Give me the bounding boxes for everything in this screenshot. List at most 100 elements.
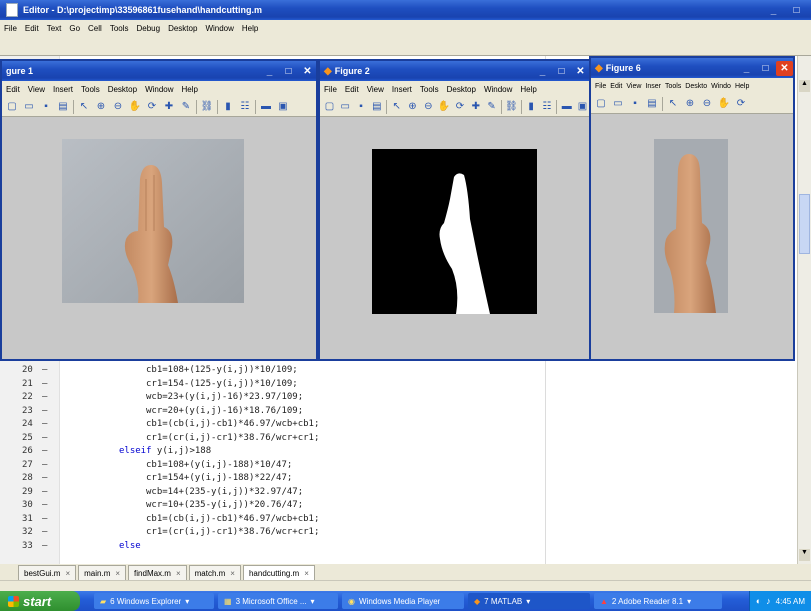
close-tab-icon[interactable]: × — [65, 569, 70, 578]
code-line[interactable]: 31– cb1=(cb(i,j)-cb1)*46.97/wcb+cb1; — [0, 514, 540, 527]
menu-item-file[interactable]: File — [4, 24, 17, 33]
scroll-up-arrow-icon[interactable]: ▲ — [799, 80, 810, 92]
legend-icon[interactable]: ☷ — [541, 100, 554, 114]
new-file-icon[interactable]: ▢ — [594, 97, 608, 111]
figure1-close-button[interactable]: ✕ — [299, 64, 316, 79]
legend-icon[interactable]: ☷ — [238, 100, 252, 114]
menu-item-insert[interactable]: Insert — [53, 85, 73, 94]
figure6-maximize-button[interactable]: □ — [757, 61, 774, 76]
breakpoint-marker[interactable]: – — [42, 487, 47, 497]
figure6-minimize-button[interactable]: _ — [738, 61, 755, 76]
close-tab-icon[interactable]: × — [304, 569, 309, 578]
zoom-in-icon[interactable]: ⊕ — [406, 100, 419, 114]
menu-item-edit[interactable]: Edit — [6, 85, 20, 94]
open-icon[interactable]: ▭ — [339, 100, 352, 114]
figure1-minimize-button[interactable]: _ — [261, 64, 278, 79]
breakpoint-marker[interactable]: – — [42, 433, 47, 443]
menu-item-view[interactable]: View — [367, 85, 384, 94]
menu-item-view[interactable]: View — [626, 83, 641, 90]
print-icon[interactable]: ▤ — [645, 97, 659, 111]
breakpoint-marker[interactable]: – — [42, 460, 47, 470]
menu-item-desktop[interactable]: Desktop — [108, 85, 137, 94]
menu-item-deskto[interactable]: Deskto — [685, 83, 707, 90]
code-line[interactable]: 27– cb1=108+(y(i,j)-188)*10/47; — [0, 460, 540, 473]
code-line[interactable]: 20– cb1=108+(125-y(i,j))*10/109; — [0, 365, 540, 378]
pan-icon[interactable]: ✋ — [438, 100, 451, 114]
taskbar-button[interactable]: ◉ Windows Media Player — [342, 593, 464, 609]
menu-item-inser[interactable]: Inser — [645, 83, 661, 90]
rotate-icon[interactable]: ⟳ — [734, 97, 748, 111]
new-file-icon[interactable]: ▢ — [5, 100, 19, 114]
breakpoint-marker[interactable]: – — [42, 365, 47, 375]
menu-item-window[interactable]: Window — [145, 85, 173, 94]
file-tab[interactable]: match.m × — [188, 565, 241, 580]
scroll-down-arrow-icon[interactable]: ▼ — [799, 549, 810, 561]
menu-item-text[interactable]: Text — [47, 24, 62, 33]
taskbar-button[interactable]: ▰ 6 Windows Explorer ▾ — [94, 593, 214, 609]
menu-item-edit[interactable]: Edit — [25, 24, 39, 33]
menu-item-tools[interactable]: Tools — [665, 83, 681, 90]
save-icon[interactable]: ▪ — [39, 100, 53, 114]
hide-plot-icon[interactable]: ▬ — [259, 100, 273, 114]
file-tab[interactable]: main.m × — [78, 565, 127, 580]
zoom-out-icon[interactable]: ⊖ — [422, 100, 435, 114]
save-icon[interactable]: ▪ — [355, 100, 368, 114]
pan-icon[interactable]: ✋ — [128, 100, 142, 114]
code-line[interactable]: 25– cr1=(cr(i,j)-cr1)*38.76/wcr+cr1; — [0, 433, 540, 446]
menu-item-debug[interactable]: Debug — [137, 24, 161, 33]
close-tab-icon[interactable]: × — [115, 569, 120, 578]
brush-icon[interactable]: ✎ — [179, 100, 193, 114]
breakpoint-marker[interactable]: – — [42, 514, 47, 524]
breakpoint-marker[interactable]: – — [42, 473, 47, 483]
file-tab[interactable]: findMax.m × — [128, 565, 187, 580]
code-line[interactable]: 33– else — [0, 541, 540, 554]
show-plot-icon[interactable]: ▣ — [276, 100, 290, 114]
breakpoint-marker[interactable]: – — [42, 406, 47, 416]
breakpoint-marker[interactable]: – — [42, 419, 47, 429]
print-icon[interactable]: ▤ — [370, 100, 383, 114]
rotate-icon[interactable]: ⟳ — [454, 100, 467, 114]
menu-item-desktop[interactable]: Desktop — [447, 85, 476, 94]
menu-item-cell[interactable]: Cell — [88, 24, 102, 33]
close-tab-icon[interactable]: × — [176, 569, 181, 578]
scroll-thumb[interactable] — [799, 194, 810, 254]
menu-item-help[interactable]: Help — [182, 85, 198, 94]
code-line[interactable]: 30– wcr=10+(235-y(i,j))*20.76/47; — [0, 500, 540, 513]
start-button[interactable]: start — [0, 591, 80, 611]
link-icon[interactable]: ⛓ — [505, 100, 518, 114]
colorbar-icon[interactable]: ▮ — [525, 100, 538, 114]
menu-item-file[interactable]: File — [324, 85, 337, 94]
pointer-icon[interactable]: ↖ — [77, 100, 91, 114]
close-tab-icon[interactable]: × — [230, 569, 235, 578]
code-line[interactable]: 21– cr1=154-(125-y(i,j))*10/109; — [0, 379, 540, 392]
zoom-out-icon[interactable]: ⊖ — [700, 97, 714, 111]
file-tab[interactable]: bestGui.m × — [18, 565, 77, 580]
figure2-close-button[interactable]: ✕ — [572, 64, 589, 79]
figure1-maximize-button[interactable]: □ — [280, 64, 297, 79]
taskbar-button[interactable]: ◆ 7 MATLAB ▾ — [468, 593, 590, 609]
menu-item-tools[interactable]: Tools — [110, 24, 129, 33]
figure2-minimize-button[interactable]: _ — [534, 64, 551, 79]
editor-minimize-button[interactable]: _ — [765, 3, 782, 18]
menu-item-file[interactable]: File — [595, 83, 606, 90]
breakpoint-marker[interactable]: – — [42, 541, 47, 551]
breakpoint-marker[interactable]: – — [42, 527, 47, 537]
menu-item-edit[interactable]: Edit — [345, 85, 359, 94]
menu-item-help[interactable]: Help — [520, 85, 536, 94]
zoom-in-icon[interactable]: ⊕ — [94, 100, 108, 114]
taskbar-button[interactable]: ▦ 3 Microsoft Office ... ▾ — [218, 593, 338, 609]
figure2-maximize-button[interactable]: □ — [553, 64, 570, 79]
breakpoint-marker[interactable]: – — [42, 500, 47, 510]
code-line[interactable]: 29– wcb=14+(235-y(i,j))*32.97/47; — [0, 487, 540, 500]
figure6-close-button[interactable]: ✕ — [776, 60, 793, 76]
datacursor-icon[interactable]: ✚ — [162, 100, 176, 114]
menu-item-help[interactable]: Help — [242, 24, 258, 33]
link-icon[interactable]: ⛓ — [200, 100, 214, 114]
menu-item-tools[interactable]: Tools — [81, 85, 100, 94]
menu-item-tools[interactable]: Tools — [420, 85, 439, 94]
code-line[interactable]: 22– wcb=23+(y(i,j)-16)*23.97/109; — [0, 392, 540, 405]
editor-scrollbar[interactable]: ▲ ▼ — [797, 56, 811, 564]
pointer-icon[interactable]: ↖ — [390, 100, 403, 114]
code-line[interactable]: 28– cr1=154+(y(i,j)-188)*22/47; — [0, 473, 540, 486]
save-icon[interactable]: ▪ — [628, 97, 642, 111]
